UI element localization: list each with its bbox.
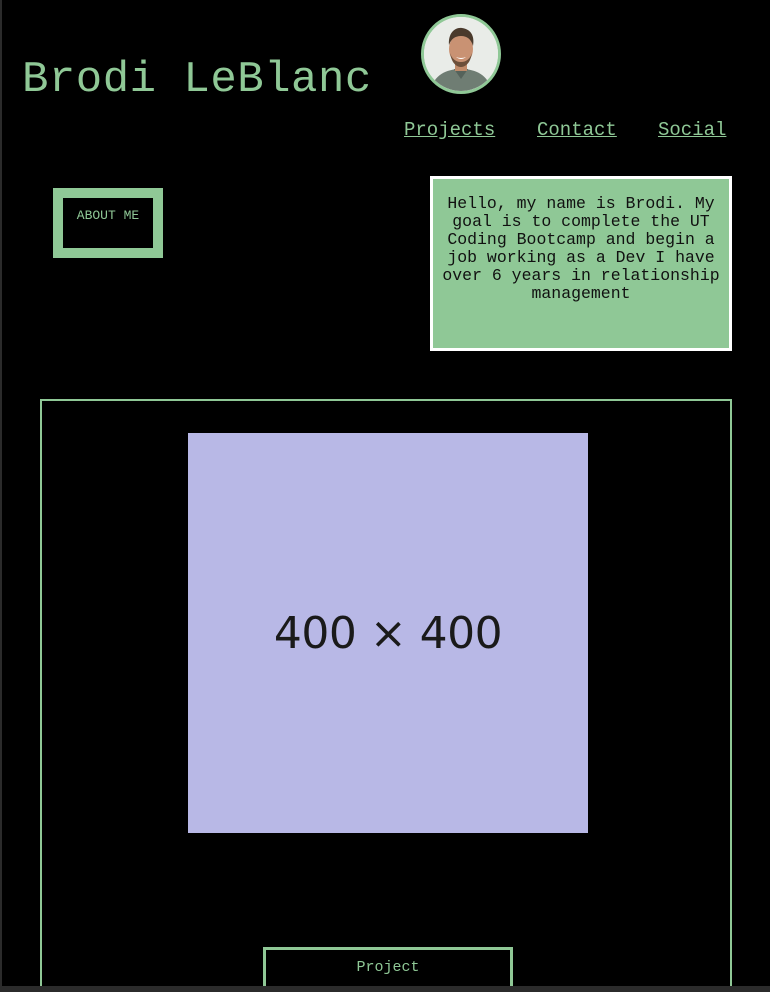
project-card: 400 × 400 Project <box>40 399 732 986</box>
placeholder-label: 400 × 400 <box>273 607 503 659</box>
bio-text: Hello, my name is Brodi. My goal is to c… <box>430 176 732 351</box>
about-me-button[interactable]: ABOUT ME <box>53 188 163 258</box>
project-image-placeholder: 400 × 400 <box>188 433 588 833</box>
portfolio-page: Brodi LeBlanc Projects Contact Social AB… <box>2 0 770 986</box>
avatar-photo-icon <box>424 17 498 91</box>
project-button[interactable]: Project <box>263 947 513 986</box>
nav-link-contact[interactable]: Contact <box>537 119 617 141</box>
site-title: Brodi LeBlanc <box>22 55 372 105</box>
avatar <box>421 14 501 94</box>
nav-link-projects[interactable]: Projects <box>404 119 495 141</box>
nav-link-social[interactable]: Social <box>658 119 726 141</box>
